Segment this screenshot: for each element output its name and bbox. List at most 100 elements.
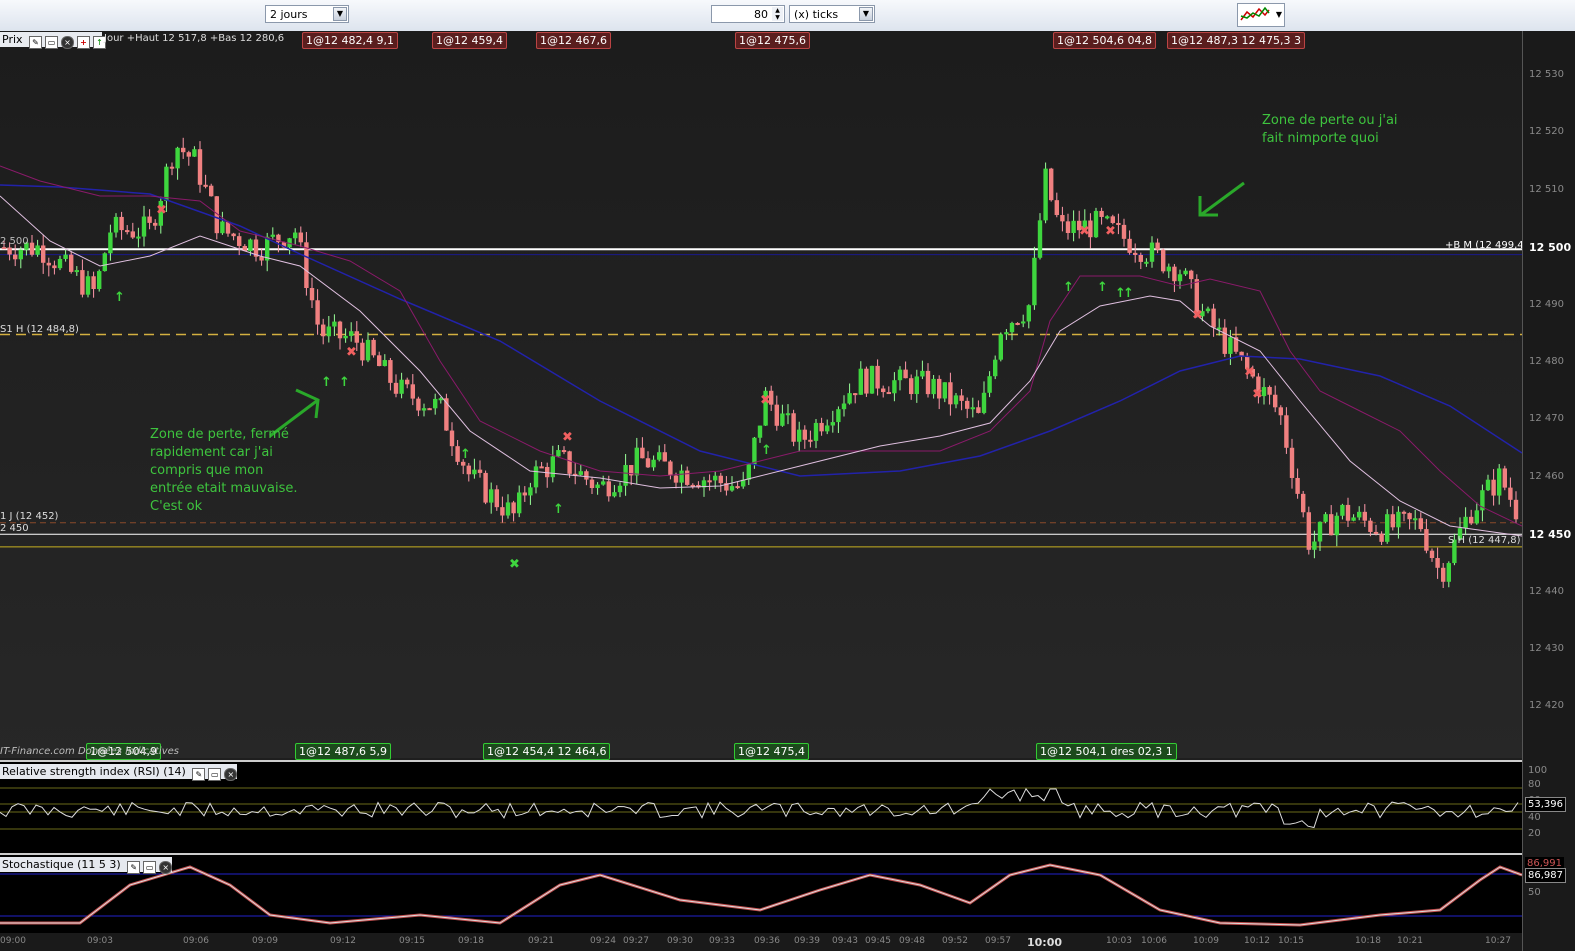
close-icon[interactable]: ×: [61, 36, 75, 49]
close-icon[interactable]: ×: [159, 861, 173, 874]
candle: [528, 487, 533, 496]
candle: [561, 450, 567, 453]
window-icon[interactable]: ▭: [143, 861, 157, 874]
rsi-panel[interactable]: Relative strength index (RSI) (14) ✎ ▭ ×: [0, 760, 1522, 854]
spinner-icon[interactable]: ▲ ▼: [772, 7, 783, 21]
candle: [410, 384, 415, 399]
order-tag[interactable]: 1@12 504,1 dres 02,3 1: [1036, 743, 1177, 760]
candle: [1267, 387, 1272, 395]
candle: [533, 466, 539, 488]
order-tag[interactable]: 1@12 487,6 5,9: [295, 743, 391, 760]
candle: [1469, 516, 1474, 524]
candle: [1463, 516, 1468, 529]
order-tag[interactable]: 1@12 475,4: [734, 743, 809, 760]
time-tick: 09:15: [399, 936, 425, 946]
candle: [589, 479, 595, 489]
candle: [371, 339, 376, 356]
candle: [1133, 252, 1138, 255]
chart-type-button[interactable]: ▼: [1237, 3, 1285, 27]
candle: [113, 216, 119, 233]
order-tag[interactable]: 1@12 504,6 04,8: [1053, 32, 1156, 49]
wrench-icon[interactable]: ✎: [192, 768, 206, 781]
candle: [1149, 242, 1155, 262]
candle: [1060, 215, 1065, 222]
candle: [640, 447, 645, 459]
window-icon[interactable]: ▭: [45, 36, 59, 49]
close-icon[interactable]: ×: [224, 768, 238, 781]
candle: [774, 404, 779, 426]
candle: [298, 232, 303, 243]
candle: [309, 287, 315, 301]
order-tag[interactable]: 1@12 487,3 12 475,3 3: [1167, 32, 1305, 49]
candle: [797, 429, 802, 442]
buy-arrow-icon: ↑: [1123, 286, 1134, 301]
candle: [1379, 533, 1384, 542]
add-icon[interactable]: +: [77, 36, 91, 49]
candle: [416, 398, 421, 411]
order-tag[interactable]: 1@12 467,6: [536, 32, 611, 49]
candle: [80, 270, 85, 295]
time-tick: 09:18: [458, 936, 484, 946]
period-select[interactable]: 2 jours ▼: [265, 5, 349, 23]
buy-arrow-icon: ↑: [1097, 280, 1108, 295]
chevron-down-icon[interactable]: ▼: [333, 7, 347, 21]
candle: [18, 249, 23, 260]
ticks-value: 80: [754, 8, 768, 21]
order-tag[interactable]: 1@12 459,4: [432, 32, 507, 49]
candle: [556, 450, 561, 457]
price-label: Prix: [2, 33, 23, 46]
time-tick: 10:18: [1355, 936, 1381, 946]
chart-type-icon: [1239, 5, 1271, 25]
chevron-down-icon[interactable]: ▼: [859, 7, 873, 21]
candle: [1362, 511, 1367, 521]
candle: [522, 492, 527, 496]
wrench-icon[interactable]: ✎: [29, 36, 43, 49]
order-tag[interactable]: 1@12 454,4 12 464,6: [483, 743, 611, 760]
time-tick: 09:52: [942, 936, 968, 946]
candle: [1295, 477, 1300, 494]
candle: [881, 388, 886, 393]
candle: [1373, 531, 1379, 534]
order-tag[interactable]: 1@12 475,6: [735, 32, 810, 49]
ticks-unit-select[interactable]: (x) ticks ▼: [789, 5, 875, 23]
candle: [1172, 266, 1177, 282]
ticks-unit-value: (x) ticks: [794, 8, 839, 21]
ticks-input[interactable]: 80 ▲ ▼: [711, 5, 785, 23]
rsi-title: Relative strength index (RSI) (14): [2, 765, 186, 778]
candle: [1099, 210, 1104, 217]
candle: [1049, 168, 1054, 201]
candle: [1, 247, 7, 250]
candle: [645, 458, 651, 468]
candle: [1340, 504, 1345, 516]
candle: [69, 254, 74, 272]
candle: [993, 359, 998, 377]
candle: [1054, 200, 1059, 216]
candle: [461, 461, 466, 466]
candle: [209, 185, 214, 197]
candle: [886, 392, 891, 395]
order-tag[interactable]: 1@12 482,4 9,1: [302, 32, 398, 49]
candle: [270, 234, 275, 237]
period-value: 2 jours: [270, 8, 308, 21]
candle: [830, 422, 835, 426]
annotation-left: Zone de perte, fermé rapidement car j'ai…: [150, 427, 298, 514]
candle: [91, 276, 96, 289]
time-tick: 10:06: [1141, 936, 1167, 946]
candle: [1351, 517, 1356, 521]
wrench-icon[interactable]: ✎: [127, 861, 141, 874]
candle: [920, 370, 925, 377]
candle: [63, 254, 68, 259]
candle: [192, 149, 197, 157]
candle: [1329, 514, 1334, 536]
candle: [377, 355, 382, 367]
candle: [931, 378, 936, 395]
candle: [472, 469, 477, 475]
window-icon[interactable]: ▭: [208, 768, 222, 781]
price-tick: 12 500: [1529, 241, 1572, 255]
candle: [998, 334, 1003, 360]
candle: [1183, 270, 1188, 275]
rsi-line: [0, 787, 1519, 829]
stochastic-panel[interactable]: Stochastique (11 5 3) ✎ ▭ ×: [0, 853, 1522, 935]
chevron-down-icon[interactable]: ▼: [1276, 10, 1282, 19]
time-tick: 09:45: [865, 936, 891, 946]
